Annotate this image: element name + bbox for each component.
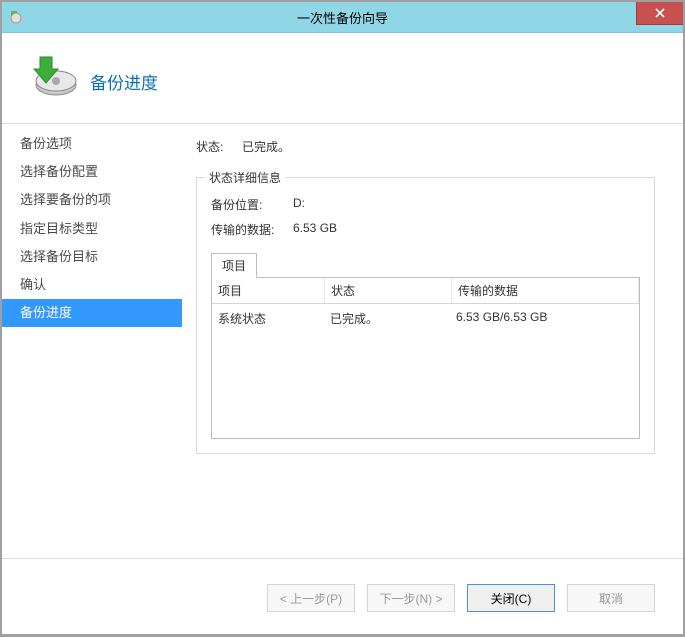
close-button[interactable] (636, 2, 683, 25)
tab-control: 项目 项目 状态 传输的数据 系统状态 已完成。 6.53 GB/6.53 GB (211, 252, 640, 439)
transferred-row: 传输的数据: 6.53 GB (211, 221, 640, 238)
location-row: 备份位置: D: (211, 196, 640, 213)
close-icon (655, 8, 665, 18)
wizard-content: 状态: 已完成。 状态详细信息 备份位置: D: 传输的数据: 6.53 GB … (182, 124, 683, 558)
status-value: 已完成。 (242, 138, 655, 155)
cell-state: 已完成。 (324, 304, 450, 333)
col-transferred[interactable]: 传输的数据 (452, 278, 639, 303)
back-button: < 上一步(P) (267, 584, 355, 612)
col-state[interactable]: 状态 (325, 278, 452, 303)
step-target-type[interactable]: 指定目标类型 (2, 215, 182, 243)
wizard-body: 备份选项 选择备份配置 选择要备份的项 指定目标类型 选择备份目标 确认 备份进… (2, 124, 683, 558)
cancel-button: 取消 (567, 584, 655, 612)
step-select-items[interactable]: 选择要备份的项 (2, 186, 182, 214)
cell-transferred: 6.53 GB/6.53 GB (450, 304, 639, 333)
tab-items[interactable]: 项目 (211, 253, 257, 278)
wizard-footer: < 上一步(P) 下一步(N) > 关闭(C) 取消 (2, 558, 683, 637)
backup-icon (22, 53, 78, 109)
close-wizard-button[interactable]: 关闭(C) (467, 584, 555, 612)
wizard-window: 一次性备份向导 备份进度 备份选项 选择备份配置 选择要备份的项 指定目标类型 … (2, 2, 683, 634)
table-header: 项目 状态 传输的数据 (212, 278, 639, 304)
window-title: 一次性备份向导 (297, 8, 388, 27)
step-confirm[interactable]: 确认 (2, 271, 182, 299)
next-button: 下一步(N) > (367, 584, 455, 612)
col-item[interactable]: 项目 (212, 278, 325, 303)
status-label: 状态: (196, 138, 242, 155)
transferred-value: 6.53 GB (293, 221, 337, 238)
wizard-steps: 备份选项 选择备份配置 选择要备份的项 指定目标类型 选择备份目标 确认 备份进… (2, 124, 182, 558)
title-bar: 一次性备份向导 (2, 2, 683, 33)
step-select-target[interactable]: 选择备份目标 (2, 243, 182, 271)
step-backup-options[interactable]: 备份选项 (2, 130, 182, 158)
step-select-config[interactable]: 选择备份配置 (2, 158, 182, 186)
status-row: 状态: 已完成。 (196, 138, 655, 155)
table-row[interactable]: 系统状态 已完成。 6.53 GB/6.53 GB (212, 304, 639, 333)
step-backup-progress[interactable]: 备份进度 (2, 299, 182, 327)
cell-item: 系统状态 (212, 304, 324, 333)
status-details-group: 状态详细信息 备份位置: D: 传输的数据: 6.53 GB 项目 项目 (196, 177, 655, 454)
transferred-label: 传输的数据: (211, 221, 293, 238)
close-label: 关闭(C) (491, 590, 532, 607)
tab-page: 项目 状态 传输的数据 系统状态 已完成。 6.53 GB/6.53 GB (211, 277, 640, 439)
group-title: 状态详细信息 (205, 169, 285, 186)
location-value: D: (293, 196, 305, 213)
page-title: 备份进度 (90, 69, 158, 94)
location-label: 备份位置: (211, 196, 293, 213)
app-icon (8, 9, 24, 25)
wizard-header: 备份进度 (2, 33, 683, 124)
tabstrip: 项目 (211, 252, 640, 277)
